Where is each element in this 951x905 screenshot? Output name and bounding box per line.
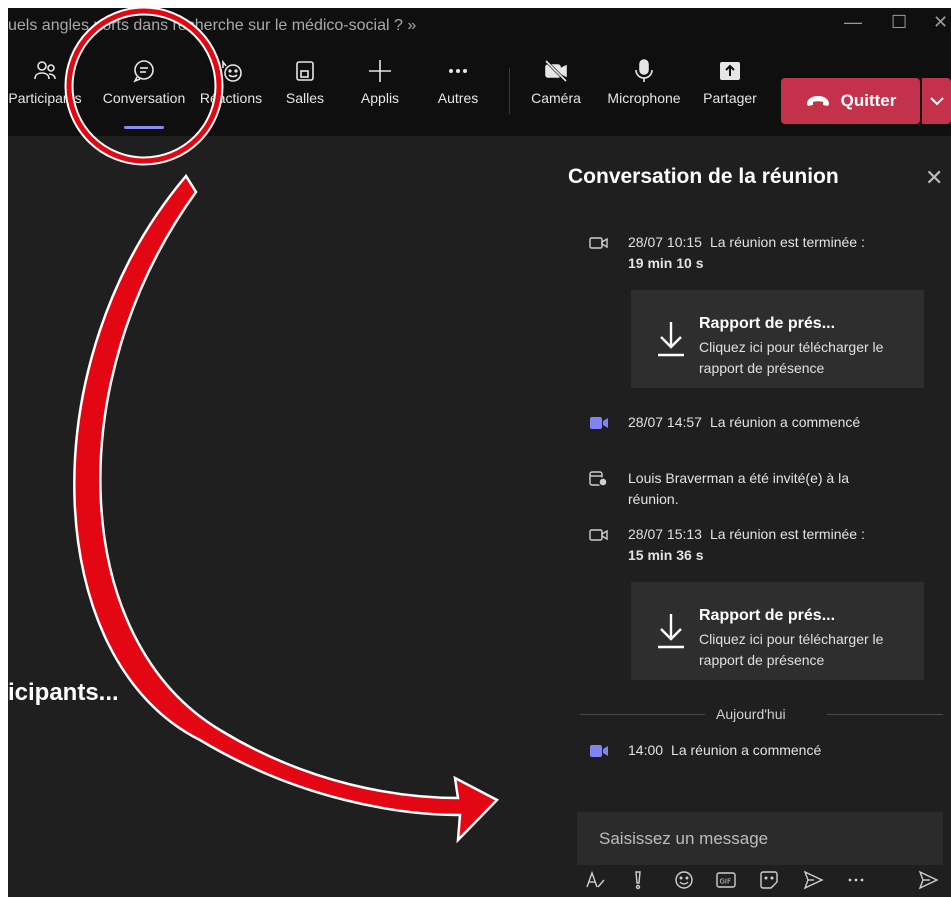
event-text: La réunion est terminée : <box>709 526 865 542</box>
camera-off-icon <box>544 59 568 83</box>
date-divider-label: Aujourd'hui <box>716 706 786 722</box>
title-bar: uels angles ports dans recherche sur le … <box>8 8 951 48</box>
apps-label: Applis <box>360 90 400 106</box>
event-time: 14:00 <box>628 742 664 758</box>
close-icon[interactable]: ✕ <box>925 165 943 191</box>
video-camera-icon <box>589 237 608 249</box>
video-camera-filled-icon <box>590 417 608 429</box>
chevron-down-icon <box>929 97 944 106</box>
active-tab-indicator <box>124 126 164 129</box>
message-input[interactable] <box>597 826 931 852</box>
apps-button[interactable]: Applis <box>355 58 405 106</box>
teams-window: uels angles ports dans recherche sur le … <box>8 8 951 897</box>
event-duration: 19 min 10 s <box>628 255 704 271</box>
video-camera-filled-icon <box>590 745 608 757</box>
emoji-icon[interactable] <box>673 869 695 891</box>
send-icon[interactable] <box>917 869 939 891</box>
card-title: Rapport de prés... <box>699 607 836 624</box>
rooms-button[interactable]: Salles <box>280 58 330 106</box>
microphone-icon <box>635 59 653 82</box>
attendance-report-card[interactable]: Rapport de prés... Cliquez ici pour télé… <box>631 290 924 388</box>
share-tray-icon <box>720 62 740 80</box>
reactions-button[interactable]: Réactions <box>198 58 264 106</box>
waiting-participants-text: ticipants... <box>8 679 119 706</box>
close-window-icon[interactable]: ✕ <box>933 12 948 33</box>
card-description: Cliquez ici pour télécharger le rapport … <box>699 339 884 376</box>
composer-actions: GIF <box>577 865 943 897</box>
event-time: 28/07 15:13 <box>628 526 702 542</box>
rooms-icon <box>296 61 314 81</box>
rooms-label: Salles <box>285 90 325 106</box>
leave-button[interactable]: Quitter <box>781 78 920 124</box>
emoji-hand-icon <box>222 59 242 82</box>
conversation-button[interactable]: Conversation <box>96 58 192 106</box>
important-icon[interactable] <box>627 869 649 891</box>
sticker-icon[interactable] <box>758 869 780 891</box>
card-title: Rapport de prés... <box>699 315 836 332</box>
date-divider-right <box>827 714 943 715</box>
share-button[interactable]: Partager <box>700 58 760 106</box>
gif-icon[interactable]: GIF <box>715 869 737 891</box>
event-time: 28/07 14:57 <box>628 414 702 430</box>
svg-text:GIF: GIF <box>720 878 732 886</box>
microphone-button[interactable]: Microphone <box>602 58 686 106</box>
schedule-send-icon[interactable] <box>802 869 824 891</box>
event-text: La réunion a commencé <box>671 742 822 758</box>
event-duration: 15 min 36 s <box>628 547 704 563</box>
card-description: Cliquez ici pour télécharger le rapport … <box>699 631 884 668</box>
camera-label: Caméra <box>531 90 581 106</box>
leave-label: Quitter <box>840 91 897 110</box>
date-divider-left <box>580 714 705 715</box>
minimize-icon[interactable]: — <box>844 12 862 33</box>
participants-button[interactable]: Participants <box>8 58 88 106</box>
more-label: Autres <box>437 90 479 106</box>
chat-bubble-icon <box>133 60 154 83</box>
more-dots-icon <box>449 69 467 73</box>
meeting-toolbar: Participants Conversation Réactions Sall… <box>8 48 951 136</box>
event-text: La réunion est terminée : <box>709 234 865 250</box>
download-icon <box>658 614 684 649</box>
toolbar-separator <box>509 68 510 114</box>
people-icon <box>34 61 56 80</box>
calendar-add-icon <box>589 471 608 487</box>
reactions-label: Réactions <box>199 90 263 106</box>
download-icon <box>658 322 684 357</box>
more-options-icon[interactable] <box>845 869 867 891</box>
event-text: La réunion a commencé <box>709 414 861 430</box>
leave-options-button[interactable] <box>922 78 951 124</box>
video-stage <box>8 136 568 897</box>
plus-icon <box>369 60 391 82</box>
meeting-title: uels angles ports dans recherche sur le … <box>8 17 417 34</box>
video-camera-icon <box>589 529 608 541</box>
conversation-label: Conversation <box>102 90 186 106</box>
message-composer <box>577 812 943 865</box>
format-icon[interactable] <box>584 869 606 891</box>
event-time: 28/07 10:15 <box>628 234 702 250</box>
microphone-label: Microphone <box>607 90 681 106</box>
participants-label: Participants <box>8 90 82 106</box>
camera-button[interactable]: Caméra <box>528 58 584 106</box>
attendance-report-card-2[interactable]: Rapport de prés... Cliquez ici pour télé… <box>631 582 924 680</box>
share-label: Partager <box>703 90 757 106</box>
more-button[interactable]: Autres <box>432 58 484 106</box>
maximize-icon[interactable]: ☐ <box>891 12 907 33</box>
chat-panel-title: Conversation de la réunion <box>568 165 839 188</box>
hang-up-icon <box>806 96 829 106</box>
event-text: Louis Braverman a été invité(e) à la réu… <box>628 470 849 507</box>
